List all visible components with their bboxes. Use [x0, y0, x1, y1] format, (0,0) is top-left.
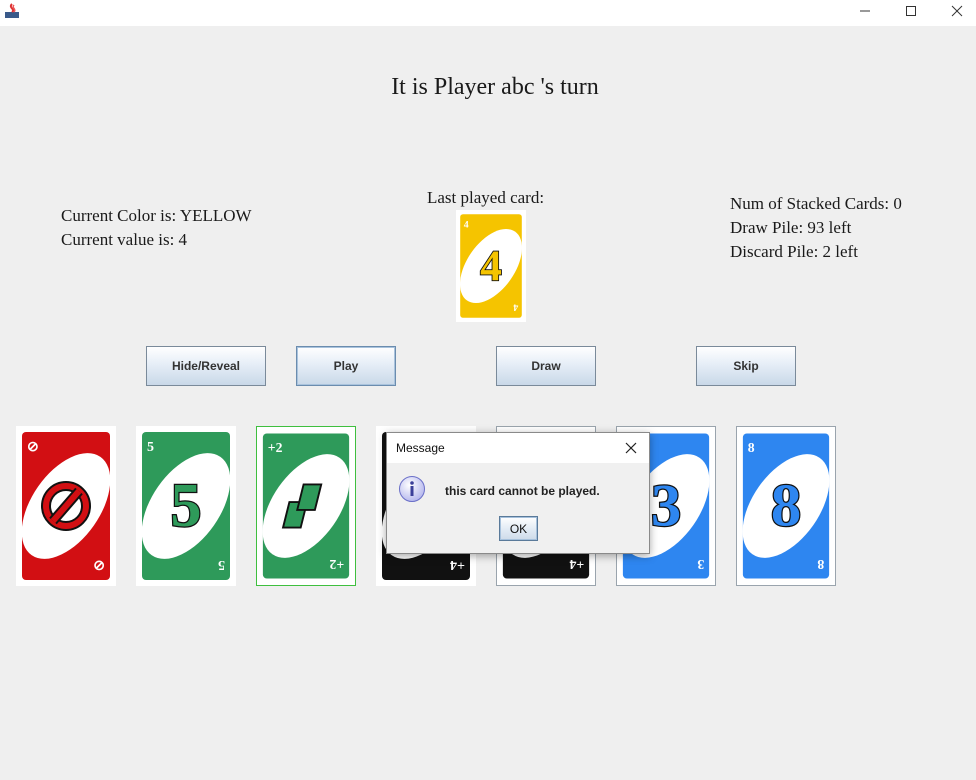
current-status: Current Color is: YELLOW Current value i…	[61, 204, 252, 252]
dialog-message: this card cannot be played.	[445, 484, 600, 498]
current-color-text: Current Color is: YELLOW	[61, 206, 252, 225]
hide-reveal-button[interactable]: Hide/Reveal	[146, 346, 266, 386]
pile-status: Num of Stacked Cards: 0 Draw Pile: 93 le…	[730, 192, 902, 264]
hand-card-7[interactable]: 8 8 8	[736, 426, 836, 586]
hand-card-1[interactable]: ⊘ ⊘	[16, 426, 116, 586]
skip-button[interactable]: Skip	[696, 346, 796, 386]
last-played-card: 444	[456, 210, 526, 322]
svg-text:⊘: ⊘	[93, 557, 105, 572]
last-played-label: Last played card:	[427, 188, 545, 207]
turn-title: It is Player abc 's turn	[391, 74, 599, 100]
close-icon[interactable]	[934, 0, 976, 22]
svg-text:5: 5	[218, 557, 225, 572]
svg-text:+4: +4	[569, 557, 584, 572]
current-value-text: Current value is: 4	[61, 230, 188, 249]
svg-text:8: 8	[748, 440, 755, 455]
dialog-close-icon[interactable]	[623, 440, 639, 456]
hand-card-2[interactable]: 5 5 5	[136, 426, 236, 586]
svg-text:4: 4	[464, 220, 469, 231]
discard-pile-text: Discard Pile: 2 left	[730, 242, 858, 261]
draw-button[interactable]: Draw	[496, 346, 596, 386]
hand-card-3[interactable]: +2 +2	[256, 426, 356, 586]
card-value: 5	[171, 472, 202, 540]
ok-button[interactable]: OK	[499, 516, 538, 541]
maximize-icon[interactable]	[888, 0, 934, 22]
svg-text:+2: +2	[329, 557, 344, 572]
svg-text:⊘: ⊘	[27, 440, 39, 455]
dialog-title: Message	[396, 441, 445, 455]
dialog-titlebar: Message	[387, 433, 649, 463]
stacked-cards-text: Num of Stacked Cards: 0	[730, 194, 902, 213]
card-value: 8	[771, 473, 801, 540]
draw-pile-text: Draw Pile: 93 left	[730, 218, 852, 237]
info-icon	[398, 475, 426, 503]
java-app-icon	[4, 3, 20, 19]
message-dialog: Message this card cannot be played. OK	[386, 432, 650, 554]
card-value: 3	[651, 473, 681, 540]
window-titlebar	[0, 0, 976, 26]
card-value: 4	[480, 242, 502, 290]
svg-text:+4: +4	[450, 557, 465, 572]
svg-text:+2: +2	[268, 440, 283, 455]
svg-text:4: 4	[513, 302, 518, 313]
svg-text:3: 3	[697, 557, 704, 572]
minimize-icon[interactable]	[842, 0, 888, 22]
svg-text:8: 8	[817, 557, 824, 572]
svg-text:5: 5	[147, 440, 154, 455]
play-button[interactable]: Play	[296, 346, 396, 386]
